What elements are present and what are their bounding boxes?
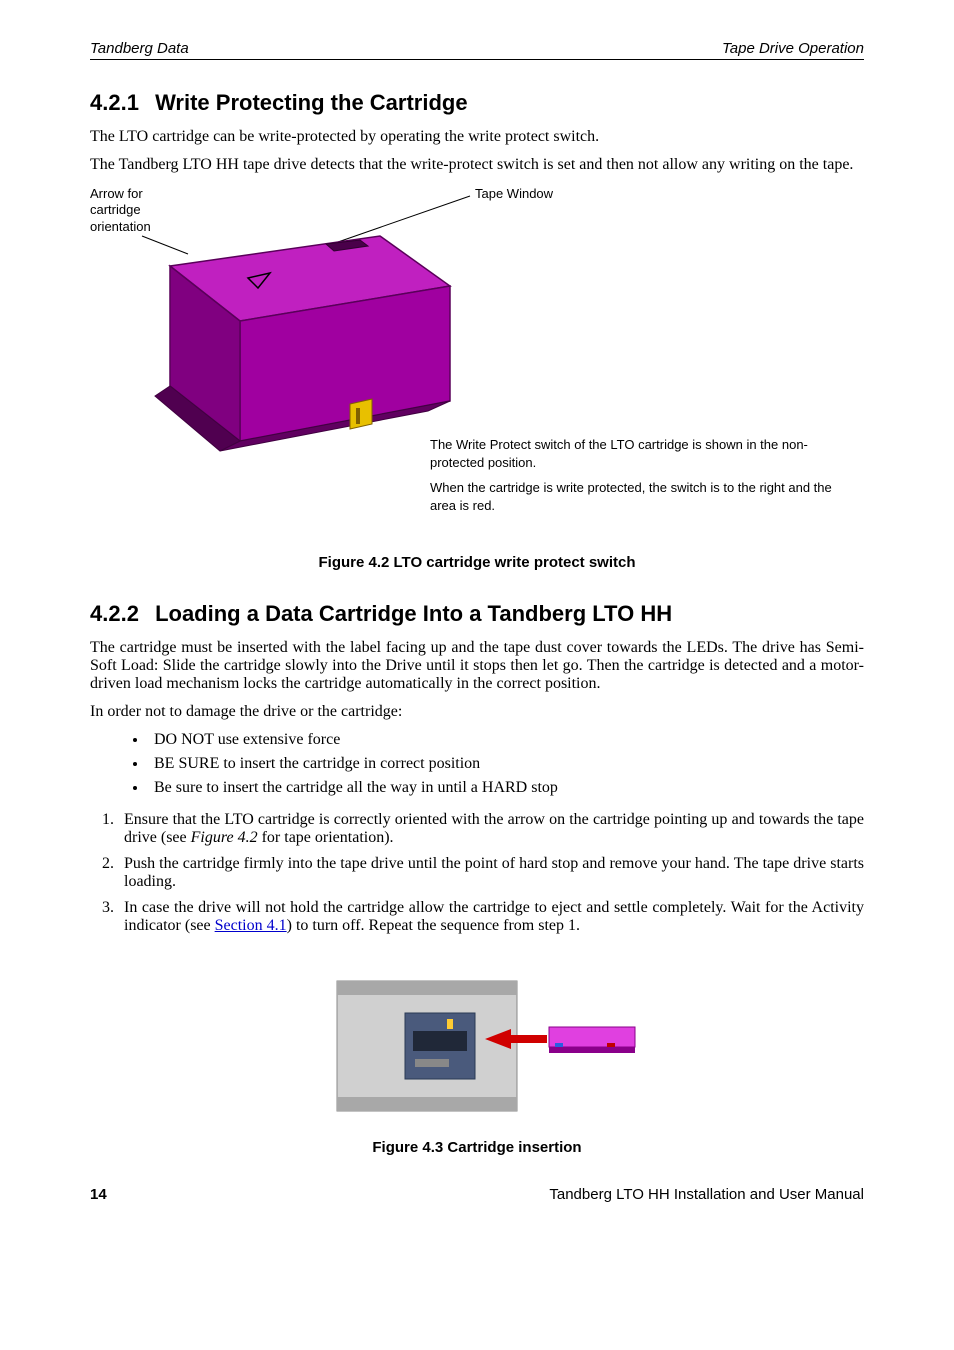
step-item: Push the cartridge firmly into the tape … bbox=[118, 855, 864, 891]
bullet-item: Be sure to insert the cartridge all the … bbox=[148, 779, 864, 797]
figure-43 bbox=[90, 951, 864, 1131]
step-item: Ensure that the LTO cartridge is correct… bbox=[118, 811, 864, 847]
figure-ref: Figure 4.2 bbox=[191, 829, 258, 846]
section-title-text: Write Protecting the Cartridge bbox=[155, 90, 468, 115]
bullet-list: DO NOT use extensive force BE SURE to in… bbox=[148, 731, 864, 797]
figure-42-caption: Figure 4.2 LTO cartridge write protect s… bbox=[90, 554, 864, 571]
step-text: Push the cartridge firmly into the tape … bbox=[124, 855, 864, 890]
section-41-link[interactable]: Section 4.1 bbox=[215, 917, 287, 934]
cartridge-icon bbox=[150, 226, 470, 456]
section-heading-422: 4.2.2 Loading a Data Cartridge Into a Ta… bbox=[90, 601, 864, 627]
figure-42-graphic: Arrow for cartridge orientation Tape Win… bbox=[90, 186, 864, 546]
page-footer: 14 Tandberg LTO HH Installation and User… bbox=[90, 1186, 864, 1203]
step-list: Ensure that the LTO cartridge is correct… bbox=[118, 811, 864, 935]
figure-43-caption: Figure 4.3 Cartridge insertion bbox=[90, 1139, 864, 1156]
step-text: for tape orientation). bbox=[258, 829, 394, 846]
page-container: Tandberg Data Tape Drive Operation 4.2.1… bbox=[0, 0, 954, 1243]
running-header: Tandberg Data Tape Drive Operation bbox=[90, 40, 864, 60]
bullet-item: BE SURE to insert the cartridge in corre… bbox=[148, 755, 864, 773]
para-422-1: The cartridge must be inserted with the … bbox=[90, 639, 864, 693]
figure-42-note1: The Write Protect switch of the LTO cart… bbox=[430, 436, 850, 471]
step-text: ) to turn off. Repeat the sequence from … bbox=[287, 917, 580, 934]
header-left: Tandberg Data bbox=[90, 40, 189, 57]
figure-42-notes: The Write Protect switch of the LTO cart… bbox=[430, 436, 850, 522]
figure-42: Arrow for cartridge orientation Tape Win… bbox=[90, 186, 864, 571]
figure-42-note2: When the cartridge is write protected, t… bbox=[430, 479, 850, 514]
footer-title: Tandberg LTO HH Installation and User Ma… bbox=[549, 1186, 864, 1203]
section-title-text: Loading a Data Cartridge Into a Tandberg… bbox=[155, 601, 672, 626]
para-421-1: The LTO cartridge can be write-protected… bbox=[90, 128, 864, 146]
section-number: 4.2.2 bbox=[90, 601, 139, 626]
drive-insertion-icon bbox=[297, 951, 657, 1131]
page-number: 14 bbox=[90, 1186, 107, 1203]
header-right: Tape Drive Operation bbox=[722, 40, 864, 57]
para-421-2: The Tandberg LTO HH tape drive detects t… bbox=[90, 156, 864, 174]
para-422-2: In order not to damage the drive or the … bbox=[90, 703, 864, 721]
section-number: 4.2.1 bbox=[90, 90, 139, 115]
cartridge-small-icon bbox=[549, 1027, 635, 1053]
section-heading-421: 4.2.1 Write Protecting the Cartridge bbox=[90, 90, 864, 116]
bullet-item: DO NOT use extensive force bbox=[148, 731, 864, 749]
step-item: In case the drive will not hold the cart… bbox=[118, 899, 864, 935]
